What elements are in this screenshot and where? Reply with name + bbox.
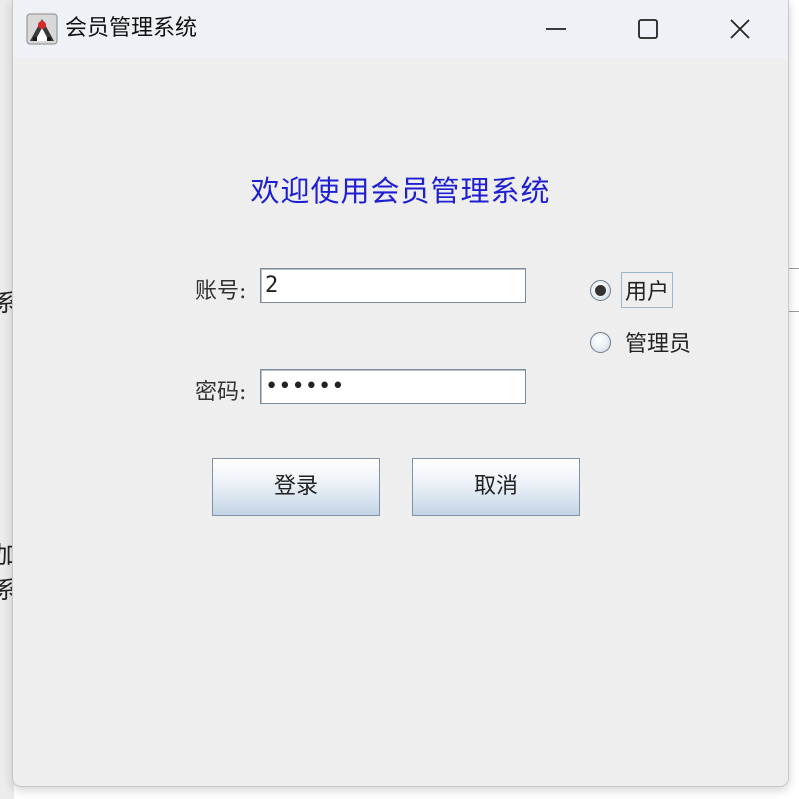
- user-radio[interactable]: [590, 279, 611, 301]
- title-bar[interactable]: 会员管理系统: [13, 0, 788, 58]
- minimize-button[interactable]: [510, 0, 602, 58]
- account-input-value: 2: [265, 273, 279, 298]
- account-input[interactable]: 2: [260, 268, 526, 303]
- password-input-value: ••••••: [265, 374, 345, 399]
- admin-radio-label[interactable]: 管理员: [621, 324, 695, 360]
- login-button[interactable]: 登录: [212, 458, 380, 516]
- radio-selected-dot: [595, 284, 606, 296]
- password-input[interactable]: ••••••: [260, 369, 526, 404]
- minimize-icon: [546, 28, 566, 30]
- user-radio-label[interactable]: 用户: [621, 272, 674, 308]
- maximize-button[interactable]: [602, 0, 694, 58]
- java-app-icon: [26, 13, 58, 45]
- cancel-button[interactable]: 取消: [412, 458, 580, 516]
- window-title: 会员管理系统: [65, 16, 198, 41]
- welcome-heading: 欢迎使用会员管理系统: [250, 174, 551, 208]
- close-icon: [730, 19, 750, 39]
- login-window: 会员管理系统 欢迎使用会员管理系统 账号: 2 密码: •••••• 用户 管理…: [12, 0, 789, 787]
- password-label: 密码:: [195, 380, 247, 405]
- close-button[interactable]: [694, 0, 786, 58]
- admin-radio[interactable]: [590, 331, 611, 353]
- maximize-icon: [638, 19, 658, 39]
- role-option-admin[interactable]: 管理员: [590, 324, 695, 360]
- role-option-user[interactable]: 用户: [590, 272, 674, 308]
- account-label: 账号:: [195, 279, 247, 304]
